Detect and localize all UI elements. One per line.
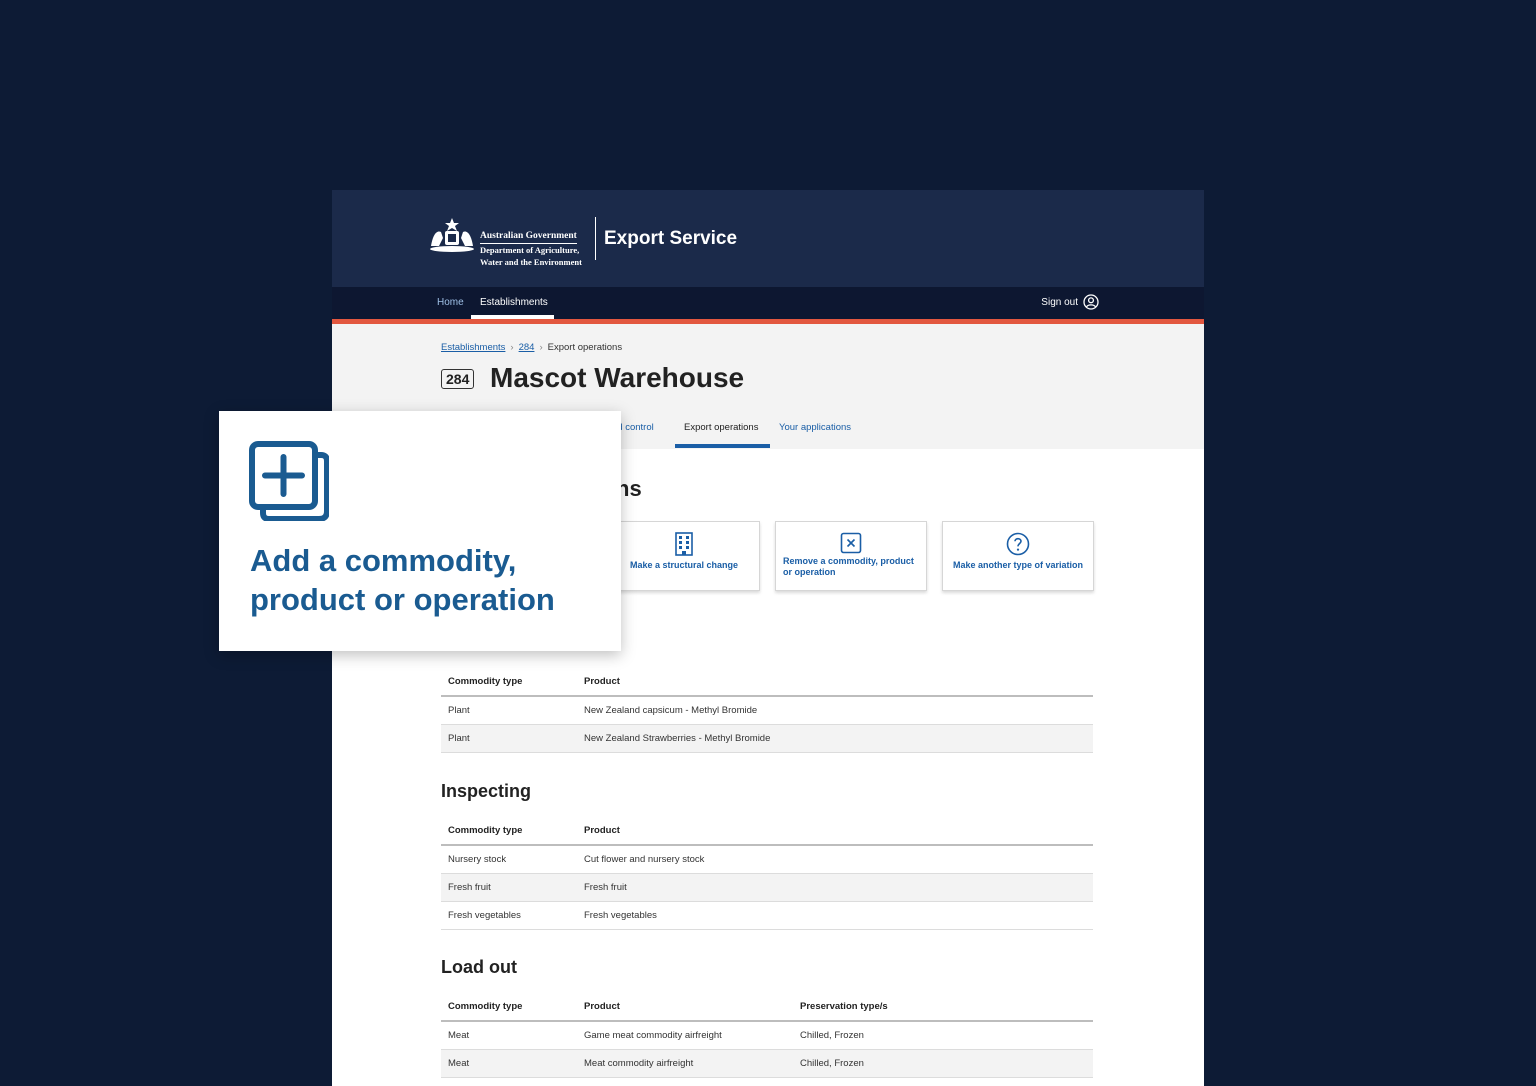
callout-text: Add a commodity, product or operation bbox=[250, 541, 555, 619]
card-label: Make a structural change bbox=[629, 560, 739, 570]
main-nav: Home Establishments Sign out bbox=[332, 287, 1204, 319]
inspecting-heading: Inspecting bbox=[441, 781, 532, 801]
gov-wordmark: Australian Government Department of Agri… bbox=[480, 225, 582, 268]
table-row: Plant New Zealand Strawberries - Methyl … bbox=[441, 724, 1093, 753]
table-cell: Meat commodity airfreight bbox=[577, 1049, 793, 1078]
table-row: Fresh vegetables Fresh vegetables bbox=[441, 901, 1093, 930]
table-cell: Fresh vegetables bbox=[577, 901, 1093, 930]
table-row: Meat Game meat commodity airfreight Chil… bbox=[441, 1021, 1093, 1050]
nav-establishments[interactable]: Establishments bbox=[480, 297, 548, 308]
gov-header: Australian Government Department of Agri… bbox=[332, 190, 1204, 287]
column-header: Preservation type/s bbox=[793, 992, 1093, 1022]
table-cell: Fresh fruit bbox=[441, 873, 577, 902]
breadcrumb-284[interactable]: 284 bbox=[519, 342, 535, 353]
gov-line-1: Australian Government bbox=[480, 231, 577, 244]
establishment-number-badge: 284 bbox=[441, 369, 475, 389]
table-cell: Nursery stock bbox=[441, 845, 577, 874]
add-layers-icon bbox=[249, 441, 329, 521]
column-header: Commodity type bbox=[441, 992, 577, 1022]
chevron-right-icon: › bbox=[539, 342, 543, 353]
tab-export-operations[interactable]: Export operations bbox=[684, 422, 758, 433]
remove-commodity-card[interactable]: Remove a commodity, product or operation bbox=[775, 521, 927, 591]
breadcrumb-establishments[interactable]: Establishments bbox=[441, 342, 505, 353]
table-cell: Fresh fruit bbox=[577, 873, 1093, 902]
column-header: Product bbox=[577, 667, 1093, 697]
gov-line-3: Water and the Environment bbox=[480, 257, 582, 267]
user-icon[interactable] bbox=[1083, 294, 1099, 310]
breadcrumb-current: Export operations bbox=[547, 342, 623, 353]
card-label: Make another type of variation bbox=[952, 560, 1084, 570]
question-icon bbox=[1006, 532, 1030, 556]
table-cell: Cut flower and nursery stock bbox=[577, 845, 1093, 874]
inspecting-table: Commodity type Product Nursery stock Cut… bbox=[441, 816, 1093, 930]
table-row: Plant New Zealand capsicum - Methyl Brom… bbox=[441, 696, 1093, 725]
table-cell: Plant bbox=[441, 696, 577, 725]
table-cell: New Zealand capsicum - Methyl Bromide bbox=[577, 696, 1093, 725]
column-header: Product bbox=[577, 992, 793, 1022]
tab-your-applications[interactable]: Your applications bbox=[779, 422, 851, 433]
callout-line-2: product or operation bbox=[250, 582, 555, 617]
gov-line-2: Department of Agriculture, bbox=[480, 245, 580, 255]
callout-line-1: Add a commodity, bbox=[250, 543, 517, 578]
service-name[interactable]: Export Service bbox=[604, 228, 737, 250]
add-commodity-callout[interactable]: Add a commodity, product or operation bbox=[219, 411, 621, 651]
table-row: Meat Meat commodity airfreight Chilled, … bbox=[441, 1049, 1093, 1078]
table-row: Nursery stock Cut flower and nursery sto… bbox=[441, 845, 1093, 874]
table-cell: Fresh vegetables bbox=[441, 901, 577, 930]
table-cell: Chilled, Frozen bbox=[793, 1021, 1093, 1050]
section1-table: Commodity type Product Plant New Zealand… bbox=[441, 667, 1093, 753]
column-header: Commodity type bbox=[441, 816, 577, 846]
sign-out-link[interactable]: Sign out bbox=[1041, 297, 1078, 308]
column-header: Product bbox=[577, 816, 1093, 846]
active-tab-indicator bbox=[675, 444, 770, 448]
table-cell: Chilled, Frozen bbox=[793, 1049, 1093, 1078]
loadout-heading: Load out bbox=[441, 957, 517, 977]
card-label: Remove a commodity, product or operation bbox=[783, 556, 914, 577]
table-cell: Meat bbox=[441, 1049, 577, 1078]
nav-home[interactable]: Home bbox=[437, 297, 464, 308]
header-divider bbox=[595, 217, 596, 260]
coat-of-arms-icon bbox=[430, 218, 474, 252]
table-row: Fresh fruit Fresh fruit bbox=[441, 873, 1093, 902]
breadcrumb: Establishments › 284 › Export operations bbox=[441, 342, 622, 353]
table-cell: Meat bbox=[441, 1021, 577, 1050]
table-cell: Game meat commodity airfreight bbox=[577, 1021, 793, 1050]
remove-box-icon bbox=[840, 532, 862, 554]
nav-active-indicator bbox=[471, 315, 554, 319]
other-variation-card[interactable]: Make another type of variation bbox=[942, 521, 1094, 591]
chevron-right-icon: › bbox=[510, 342, 514, 353]
column-header: Commodity type bbox=[441, 667, 577, 697]
structural-change-card[interactable]: Make a structural change bbox=[608, 521, 760, 591]
page-title: Mascot Warehouse bbox=[490, 362, 745, 393]
table-cell: New Zealand Strawberries - Methyl Bromid… bbox=[577, 724, 1093, 753]
loadout-table: Commodity type Product Preservation type… bbox=[441, 992, 1093, 1078]
building-icon bbox=[675, 532, 693, 556]
table-cell: Plant bbox=[441, 724, 577, 753]
